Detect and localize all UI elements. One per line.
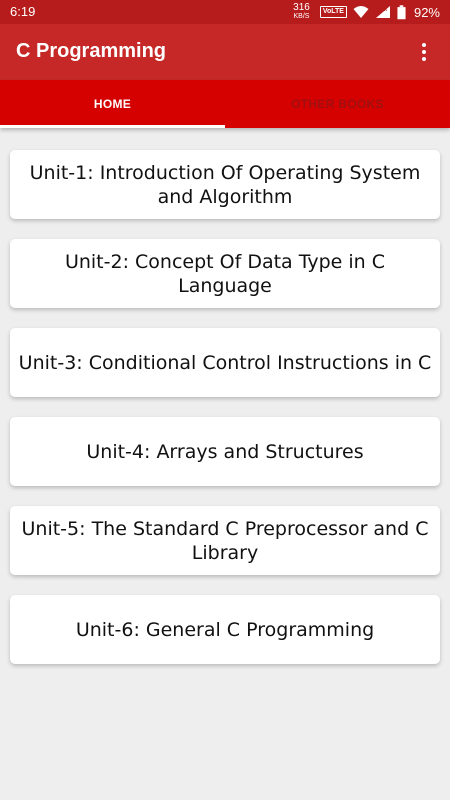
network-speed: 316 KB/S xyxy=(293,3,310,21)
unit-list: Unit-1: Introduction Of Operating System… xyxy=(10,150,440,684)
unit-4-card[interactable]: Unit-4: Arrays and Structures xyxy=(10,417,440,486)
battery-icon xyxy=(397,4,406,19)
unit-3-card[interactable]: Unit-3: Conditional Control Instructions… xyxy=(10,328,440,397)
unit-6-card[interactable]: Unit-6: General C Programming xyxy=(10,595,440,664)
battery-percent: 92% xyxy=(413,4,440,20)
app-bar: C Programming xyxy=(0,24,450,80)
tab-other-books[interactable]: OTHER BOOKS xyxy=(225,80,450,128)
tab-home[interactable]: HOME xyxy=(0,80,225,128)
unit-2-card[interactable]: Unit-2: Concept Of Data Type in C Langua… xyxy=(10,239,440,308)
wifi-icon xyxy=(353,6,369,18)
volte-badge: VoLTE xyxy=(319,6,347,18)
tab-indicator xyxy=(0,125,225,128)
app-title: C Programming xyxy=(16,40,167,62)
more-vert-icon-dot xyxy=(422,50,426,54)
tab-bar: HOME OTHER BOOKS xyxy=(0,80,450,128)
more-options-button[interactable] xyxy=(408,36,440,68)
status-bar: 6:19 316 KB/S VoLTE x 92% xyxy=(0,0,450,24)
unit-1-card[interactable]: Unit-1: Introduction Of Operating System… xyxy=(10,150,440,219)
status-time: 6:19 xyxy=(10,4,36,19)
network-speed-unit: KB/S xyxy=(293,13,310,20)
signal-icon: x xyxy=(375,6,390,18)
more-vert-icon xyxy=(422,43,426,47)
more-vert-icon-dot xyxy=(422,57,426,61)
unit-5-card[interactable]: Unit-5: The Standard C Preprocessor and … xyxy=(10,506,440,575)
status-icons: 316 KB/S VoLTE x 92% xyxy=(293,2,440,22)
svg-text:x: x xyxy=(384,6,388,13)
network-speed-value: 316 xyxy=(293,2,310,13)
